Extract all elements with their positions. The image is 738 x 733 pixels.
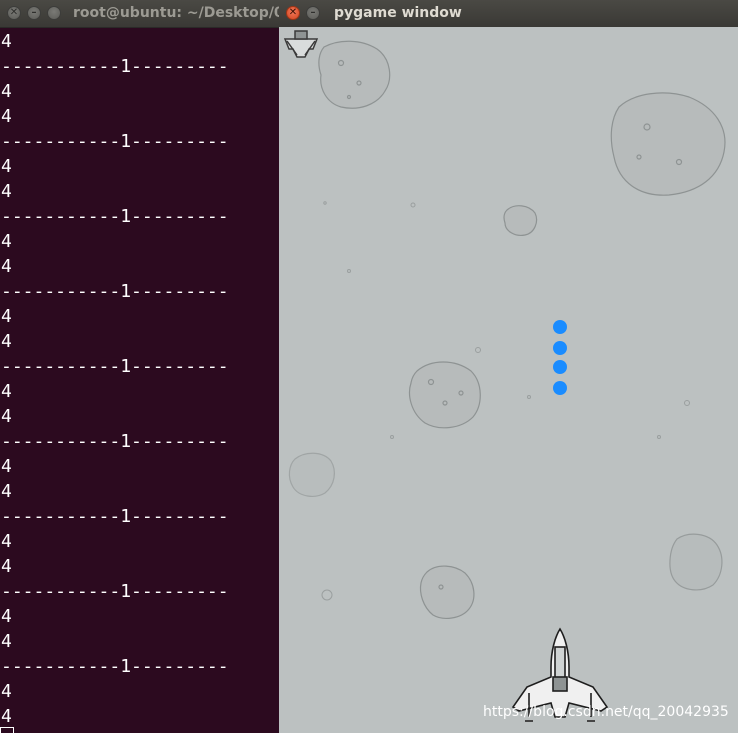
terminal-window: ✕ – root@ubuntu: ~/Desktop/03 4 ---------… [0,0,279,733]
terminal-titlebar[interactable]: ✕ – root@ubuntu: ~/Desktop/03 [0,0,279,28]
terminal-line: 4 [1,706,12,727]
terminal-line: -----------1--------- [1,506,229,527]
meteor-icon [419,565,475,619]
terminal-line: 4 [1,381,12,402]
minimize-icon: – [310,7,316,18]
terminal-cursor [0,727,14,733]
terminal-line: -----------1--------- [1,131,229,152]
terminal-line: 4 [1,556,12,577]
game-canvas[interactable]: https://blog.csdn.net/qq_20042935 [279,27,738,733]
game-scene [283,30,726,722]
enemy-plane-icon [283,30,319,58]
terminal-line: 4 [1,406,12,427]
bullet [553,360,567,374]
terminal-line: 4 [1,531,12,552]
meteor-icon [669,533,723,591]
close-icon: ✕ [9,7,19,18]
terminal-line: -----------1--------- [1,356,229,377]
close-icon: ✕ [288,7,298,18]
terminal-line: 4 [1,231,12,252]
terminal-line: 4 [1,606,12,627]
terminal-line: 4 [1,331,12,352]
meteor-icon [318,40,391,109]
bullet [553,381,567,395]
bullet [553,341,567,355]
pygame-minimize-button[interactable]: – [306,6,320,20]
pygame-title: pygame window [334,5,462,21]
terminal-line: 4 [1,156,12,177]
terminal-line: 4 [1,106,12,127]
terminal-close-button[interactable]: ✕ [7,6,21,20]
terminal-line: 4 [1,31,12,52]
meteor-icon [503,205,538,236]
pygame-titlebar[interactable]: ✕ – pygame window [279,0,738,28]
meteor-icon [610,92,726,196]
bullet [553,320,567,334]
terminal-line: 4 [1,256,12,277]
terminal-maximize-button[interactable] [47,6,61,20]
terminal-line: 4 [1,81,12,102]
watermark-text: https://blog.csdn.net/qq_20042935 [483,704,729,720]
terminal-line: 4 [1,681,12,702]
terminal-line: 4 [1,306,12,327]
terminal-line: -----------1--------- [1,281,229,302]
terminal-line: 4 [1,181,12,202]
terminal-line: -----------1--------- [1,56,229,77]
terminal-line: -----------1--------- [1,581,229,602]
terminal-line: 4 [1,481,12,502]
terminal-line: 4 [1,631,12,652]
terminal-title: root@ubuntu: ~/Desktop/03 [73,5,279,21]
terminal-output[interactable]: 4 -----------1--------- 4 4 -----------1----… [0,29,279,729]
terminal-line: -----------1--------- [1,656,229,677]
meteor-icon [408,361,481,429]
pygame-close-button[interactable]: ✕ [286,6,300,20]
minimize-icon: – [31,7,37,18]
terminal-line: -----------1--------- [1,206,229,227]
meteor-icon [288,452,335,497]
bullet-group [553,320,567,395]
terminal-minimize-button[interactable]: – [27,6,41,20]
pygame-window: ✕ – pygame window https://blog.csdn.net/… [279,0,738,733]
terminal-line: 4 [1,456,12,477]
terminal-line: -----------1--------- [1,431,229,452]
